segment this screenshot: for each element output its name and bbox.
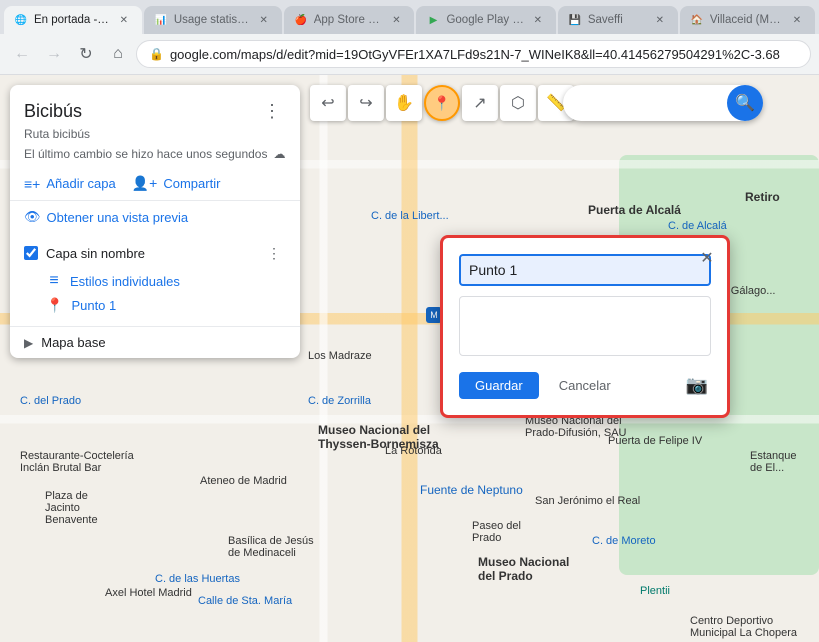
cloud-icon: ☁ — [273, 147, 285, 161]
sidebar-timestamp: El último cambio se hizo hace unos segun… — [24, 147, 286, 161]
layer-section: Capa sin nombre ⋮ ≡ Estilos individuales… — [10, 233, 300, 326]
sidebar-actions: ≡+ Añadir capa 👤+ Compartir — [10, 169, 300, 201]
forward-button[interactable]: → — [40, 40, 68, 68]
browser-chrome: 🌐 En portada - Portal... ✕ 📊 Usage stati… — [0, 0, 819, 75]
url-text: google.com/maps/d/edit?mid=19OtGyVFEr1XA… — [170, 47, 780, 62]
search-glyph: 🔍 — [735, 93, 755, 113]
point-label: Punto 1 — [71, 298, 116, 313]
map-title: Bicibús — [24, 101, 82, 122]
tab-favicon-save: 💾 — [568, 13, 582, 27]
tab-label-google: Google Play Console — [446, 14, 523, 26]
tab-label-appstore: App Store Connect — [314, 14, 383, 26]
point-description-input[interactable] — [459, 296, 711, 356]
tab-favicon-appstore: 🍎 — [294, 13, 308, 27]
edit-dialog: ✕ Guardar Cancelar 📷 — [440, 235, 730, 418]
add-layer-button[interactable]: ≡+ Añadir capa — [24, 176, 116, 192]
tab-usage[interactable]: 📊 Usage statistics for... ✕ — [144, 6, 282, 34]
share-button[interactable]: 👤+ Compartir — [132, 175, 221, 192]
tab-favicon-usage: 📊 — [154, 13, 168, 27]
point-icon: 📍 — [46, 297, 63, 314]
redo-button[interactable]: ↪ — [348, 85, 384, 121]
tab-favicon-google: ▶ — [426, 13, 440, 27]
layer-checkbox[interactable] — [24, 246, 38, 260]
map-toolbar: ↩ ↪ ✋ 📍 ↗ ⬡ 📏 — [310, 85, 574, 121]
browser-toolbar: ← → ↻ ⌂ 🔒 google.com/maps/d/edit?mid=19O… — [0, 34, 819, 74]
tab-favicon-maps: 🌐 — [14, 13, 28, 27]
share-icon: 👤+ — [132, 175, 158, 192]
map-container: Bicibús ⋮ Ruta bicibús El último cambio … — [0, 75, 819, 642]
search-icon[interactable]: 🔍 — [727, 85, 763, 121]
preview-label: Obtener una vista previa — [47, 210, 189, 225]
tab-google-play[interactable]: ▶ Google Play Console ✕ — [416, 6, 555, 34]
style-label: Estilos individuales — [70, 274, 180, 289]
tab-label-villa: Villaceid (Módulo i... — [710, 14, 783, 26]
point-name-input[interactable] — [459, 254, 711, 286]
style-icon: ≡ — [46, 273, 62, 289]
tab-close-usage[interactable]: ✕ — [256, 12, 272, 28]
preview-icon: 👁 — [24, 209, 41, 225]
shape-tool-button[interactable]: ⬡ — [500, 85, 536, 121]
undo-button[interactable]: ↩ — [310, 85, 346, 121]
lock-icon: 🔒 — [149, 47, 164, 61]
pin-tool-button[interactable]: 📍 — [424, 85, 460, 121]
layer-name: Capa sin nombre — [46, 246, 254, 261]
tab-saveffi[interactable]: 💾 Saveffi ✕ — [558, 6, 678, 34]
layer-more-button[interactable]: ⋮ — [262, 241, 286, 265]
tab-close-save[interactable]: ✕ — [652, 12, 668, 28]
add-layer-icon: ≡+ — [24, 176, 40, 192]
camera-icon: 📷 — [686, 375, 708, 396]
tabs-bar: 🌐 En portada - Portal... ✕ 📊 Usage stati… — [0, 0, 819, 34]
tab-villa[interactable]: 🏠 Villaceid (Módulo i... ✕ — [680, 6, 815, 34]
tab-maps[interactable]: 🌐 En portada - Portal... ✕ — [4, 6, 142, 34]
tab-label-save: Saveffi — [588, 14, 623, 26]
sidebar-more-button[interactable]: ⋮ — [258, 97, 286, 125]
tab-appstore[interactable]: 🍎 App Store Connect ✕ — [284, 6, 415, 34]
route-tool-button[interactable]: ↗ — [462, 85, 498, 121]
timestamp-text: El último cambio se hizo hace unos segun… — [24, 147, 267, 161]
save-button[interactable]: Guardar — [459, 372, 539, 399]
sidebar-header: Bicibús ⋮ Ruta bicibús El último cambio … — [10, 85, 300, 169]
dialog-close-button[interactable]: ✕ — [695, 246, 719, 270]
tab-label-maps: En portada - Portal... — [34, 14, 110, 26]
photo-button[interactable]: 📷 — [683, 371, 711, 399]
map-search-bar[interactable]: 🔍 — [563, 85, 763, 121]
tab-label-usage: Usage statistics for... — [174, 14, 250, 26]
pin-icon: 📍 — [433, 95, 450, 112]
base-map-label: Mapa base — [41, 335, 105, 350]
tab-close-maps[interactable]: ✕ — [116, 12, 132, 28]
map-sidebar: Bicibús ⋮ Ruta bicibús El último cambio … — [10, 85, 300, 358]
base-map-section[interactable]: ▶ Mapa base — [10, 326, 300, 358]
tab-favicon-villa: 🏠 — [690, 13, 704, 27]
back-button[interactable]: ← — [8, 40, 36, 68]
point-sub-item[interactable]: 📍 Punto 1 — [24, 293, 286, 318]
tab-close-appstore[interactable]: ✕ — [388, 12, 404, 28]
map-subtitle: Ruta bicibús — [24, 127, 286, 141]
share-label: Compartir — [163, 176, 220, 191]
dialog-actions: Guardar Cancelar 📷 — [459, 371, 711, 399]
home-button[interactable]: ⌂ — [104, 40, 132, 68]
tab-close-google[interactable]: ✕ — [530, 12, 546, 28]
cancel-button[interactable]: Cancelar — [547, 372, 623, 399]
collapse-icon: ▶ — [24, 336, 33, 350]
layer-row: Capa sin nombre ⋮ — [24, 241, 286, 265]
tab-close-villa[interactable]: ✕ — [789, 12, 805, 28]
style-sub-item[interactable]: ≡ Estilos individuales — [24, 269, 286, 293]
preview-button[interactable]: 👁 Obtener una vista previa — [24, 205, 286, 229]
hand-tool-button[interactable]: ✋ — [386, 85, 422, 121]
reload-button[interactable]: ↻ — [72, 40, 100, 68]
add-layer-label: Añadir capa — [46, 176, 115, 191]
address-bar[interactable]: 🔒 google.com/maps/d/edit?mid=19OtGyVFEr1… — [136, 40, 811, 68]
